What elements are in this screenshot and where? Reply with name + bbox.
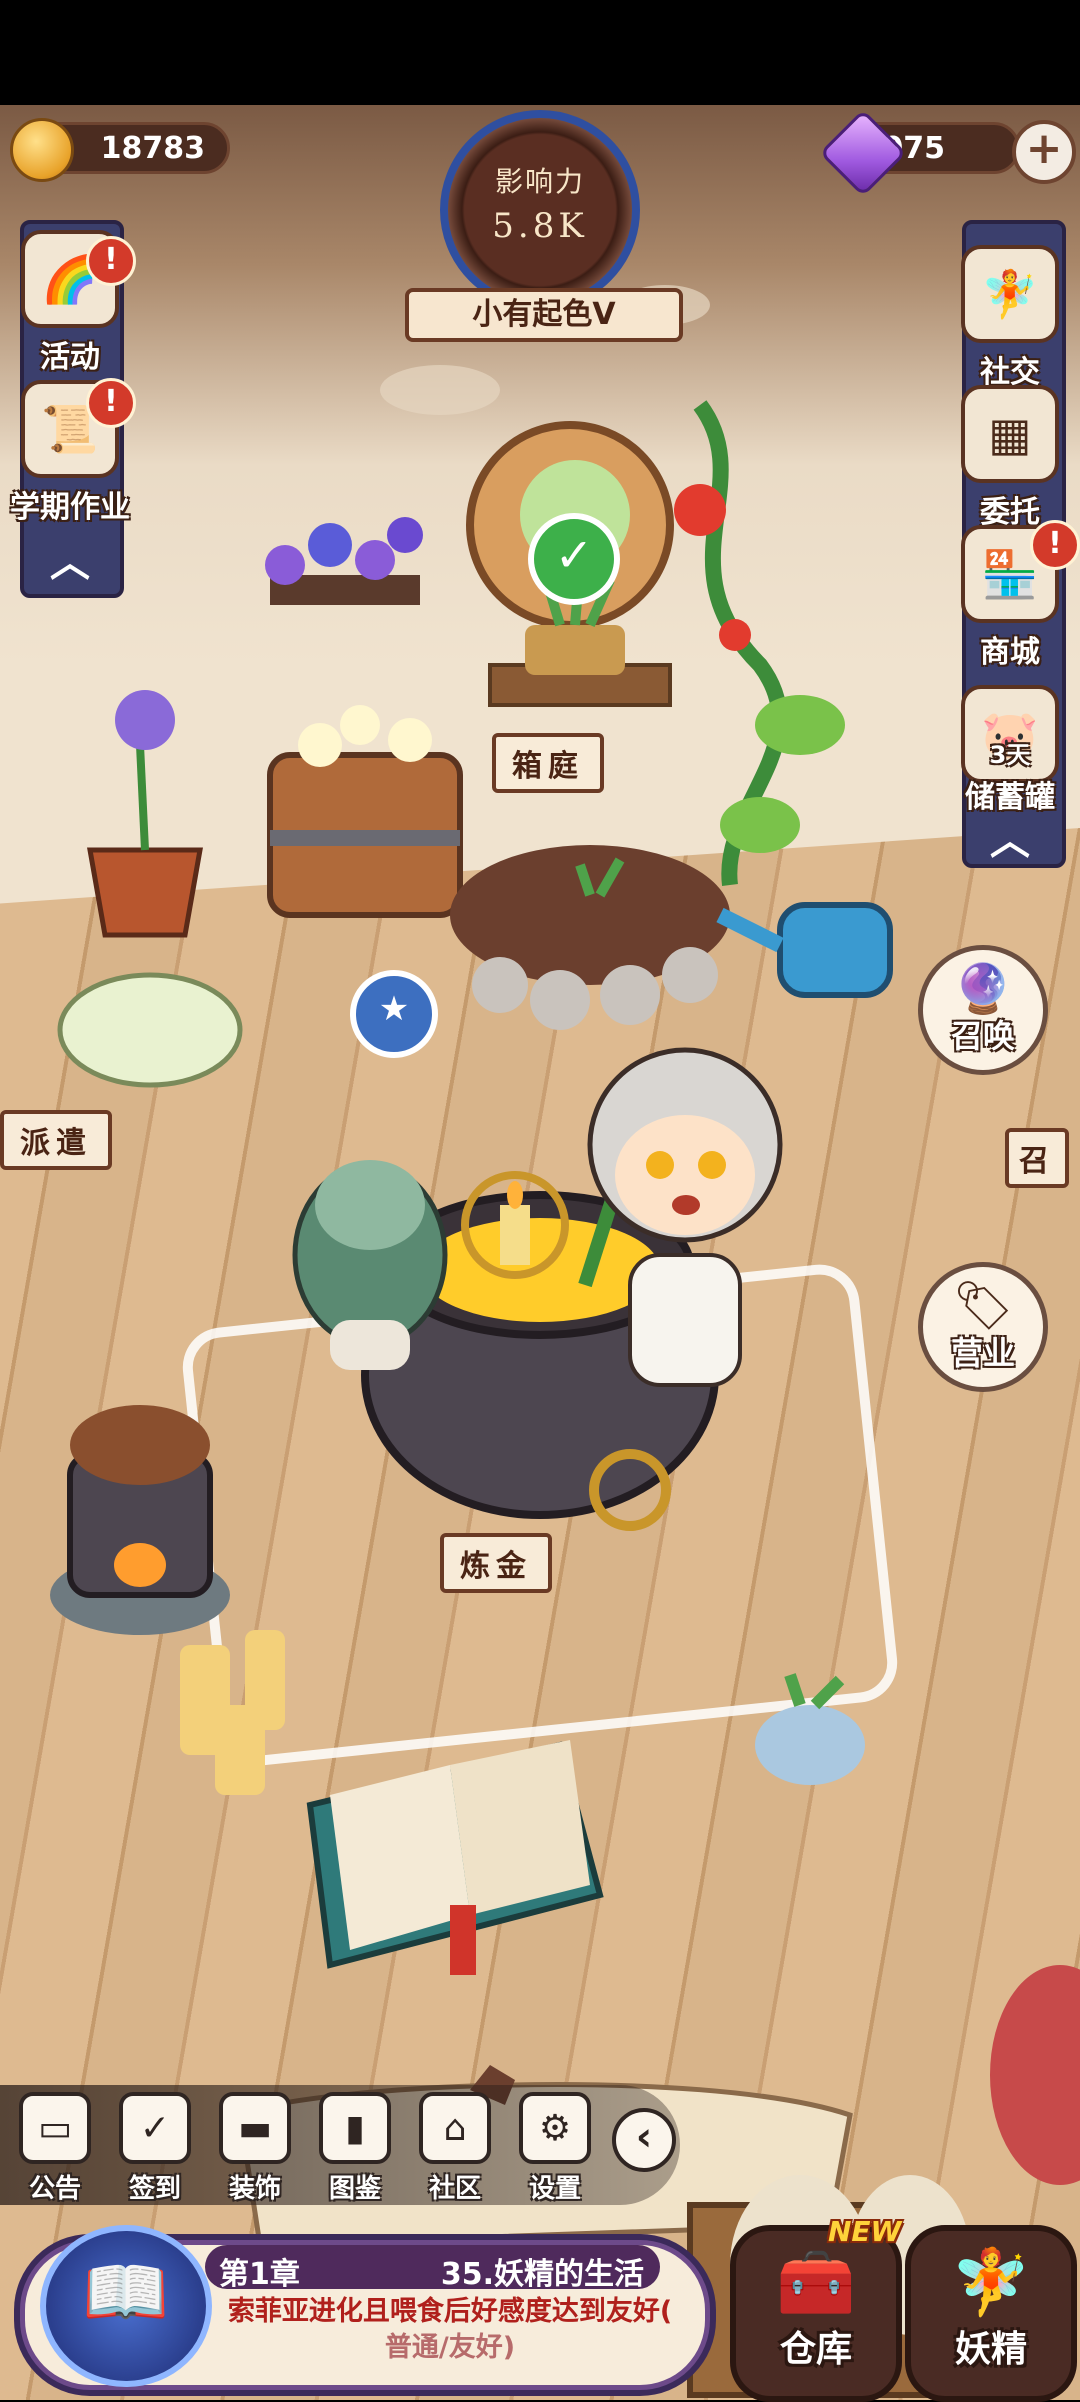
summon-edge-label[interactable]: 召 bbox=[1005, 1128, 1069, 1188]
furnace bbox=[50, 1405, 230, 1635]
influence-label: 影响力 bbox=[494, 165, 585, 198]
dirt-patch bbox=[450, 845, 730, 1030]
garden-label[interactable]: 箱庭 bbox=[492, 733, 604, 793]
qr-board-icon: ▦ bbox=[961, 385, 1059, 483]
notice-icon: ▭ bbox=[19, 2092, 91, 2164]
red-rug bbox=[990, 1965, 1080, 2185]
business-button[interactable]: 🏷 营业 bbox=[918, 1262, 1048, 1392]
business-label: 营业 bbox=[950, 1334, 1015, 1372]
fairy-button[interactable]: 🧚 妖精 bbox=[905, 2225, 1077, 2402]
shop-label: 商城 bbox=[980, 635, 1040, 670]
quest-title: 35.妖精的生活 bbox=[440, 2257, 644, 2292]
influence-meter[interactable]: 影响力 5.8K bbox=[440, 110, 640, 310]
book-icon: ▮ bbox=[319, 2092, 391, 2164]
summon-portal-icon: 🔮 bbox=[953, 961, 1013, 1017]
shop-alert-icon: ! bbox=[1030, 520, 1080, 570]
quest-description: 索菲亚进化且喂食后好感度达到友好( 普通/友好) bbox=[220, 2294, 680, 2366]
piggy-bank-timer: 3天 bbox=[989, 741, 1031, 769]
gear-icon: ⚙ bbox=[519, 2092, 591, 2164]
warehouse-button[interactable]: 🧰 仓库 bbox=[730, 2225, 902, 2402]
candles bbox=[180, 1630, 285, 1795]
dispatch-label[interactable]: 派遣 bbox=[0, 1110, 112, 1170]
codex-label: 图鉴 bbox=[328, 2174, 381, 2204]
influence-value: 5.8K bbox=[492, 206, 588, 246]
collapse-toolbar-button[interactable]: ‹ bbox=[612, 2108, 676, 2172]
checkin-button[interactable]: ✓ 签到 bbox=[110, 2092, 200, 2205]
recipe-book bbox=[306, 1740, 604, 1975]
new-badge: NEW bbox=[828, 2215, 902, 2248]
notice-button[interactable]: ▭ 公告 bbox=[10, 2092, 100, 2205]
notice-label: 公告 bbox=[28, 2174, 81, 2204]
mushroom-fairy bbox=[755, 1673, 865, 1785]
codex-button[interactable]: ▮ 图鉴 bbox=[310, 2092, 400, 2205]
checkin-label: 签到 bbox=[128, 2174, 181, 2204]
purple-flower-pot bbox=[87, 690, 203, 938]
warehouse-label: 仓库 bbox=[779, 2329, 852, 2370]
pillow bbox=[57, 972, 243, 1088]
piggy-bank-button[interactable]: 🐷 3天 储蓄罐 bbox=[945, 685, 1075, 816]
decorate-button[interactable]: ▬ 装饰 bbox=[210, 2092, 300, 2205]
barrel-planter bbox=[267, 705, 463, 918]
settings-button[interactable]: ⚙ 设置 bbox=[510, 2092, 600, 2205]
fairies-icon: 🧚 bbox=[961, 245, 1059, 343]
activity-label: 活动 bbox=[40, 340, 100, 375]
settings-label: 设置 bbox=[528, 2174, 581, 2204]
chevron-up-icon[interactable]: ︿ bbox=[50, 530, 90, 588]
quest-header: 第1章 35.妖精的生活 bbox=[205, 2245, 660, 2292]
star-map-icon[interactable]: ★ bbox=[350, 970, 438, 1058]
scene-objects bbox=[50, 400, 1080, 2398]
chevron-up-icon[interactable]: ︿ bbox=[990, 808, 1030, 866]
quest-description-text: 索菲亚进化且喂食后好感度达到友好( bbox=[227, 2296, 673, 2327]
community-button[interactable]: ⌂ 社区 bbox=[410, 2092, 500, 2205]
quest-book-icon[interactable]: 📖 bbox=[40, 2225, 212, 2387]
homework-alert-icon: ! bbox=[86, 378, 136, 428]
coin-amount: 18783 bbox=[100, 130, 205, 166]
quest-chapter: 第1章 bbox=[219, 2257, 300, 2292]
home-icon: ⌂ bbox=[419, 2092, 491, 2164]
summon-button[interactable]: 🔮 召唤 bbox=[918, 945, 1048, 1075]
fairy-icon: 🧚 bbox=[951, 2246, 1031, 2320]
alchemy-label[interactable]: 炼金 bbox=[440, 1533, 552, 1593]
add-gems-button[interactable]: + bbox=[1012, 120, 1076, 184]
quest-description-sub: 普通/友好) bbox=[384, 2332, 516, 2363]
open-book-icon: 📖 bbox=[82, 2251, 170, 2333]
influence-rank: 小有起色V bbox=[405, 288, 683, 342]
homework-label: 学期作业 bbox=[10, 490, 130, 525]
fairy-label: 妖精 bbox=[954, 2329, 1027, 2370]
decorate-label: 装饰 bbox=[228, 2174, 281, 2204]
summon-label: 召唤 bbox=[950, 1017, 1015, 1055]
check-icon[interactable]: ✓ bbox=[528, 513, 620, 605]
community-label: 社区 bbox=[428, 2174, 481, 2204]
coin-icon bbox=[10, 118, 74, 182]
commission-button[interactable]: ▦ 委托 bbox=[945, 385, 1075, 531]
calendar-check-icon: ✓ bbox=[119, 2092, 191, 2164]
sale-stall-icon: 🏷 bbox=[952, 1278, 1014, 1334]
treasure-chest-icon: 🧰 bbox=[776, 2246, 856, 2320]
paint-roller-icon: ▬ bbox=[219, 2092, 291, 2164]
social-button[interactable]: 🧚 社交 bbox=[945, 245, 1075, 391]
activity-alert-icon: ! bbox=[86, 236, 136, 286]
flower-shelf bbox=[265, 517, 423, 605]
watering-can bbox=[716, 902, 893, 998]
